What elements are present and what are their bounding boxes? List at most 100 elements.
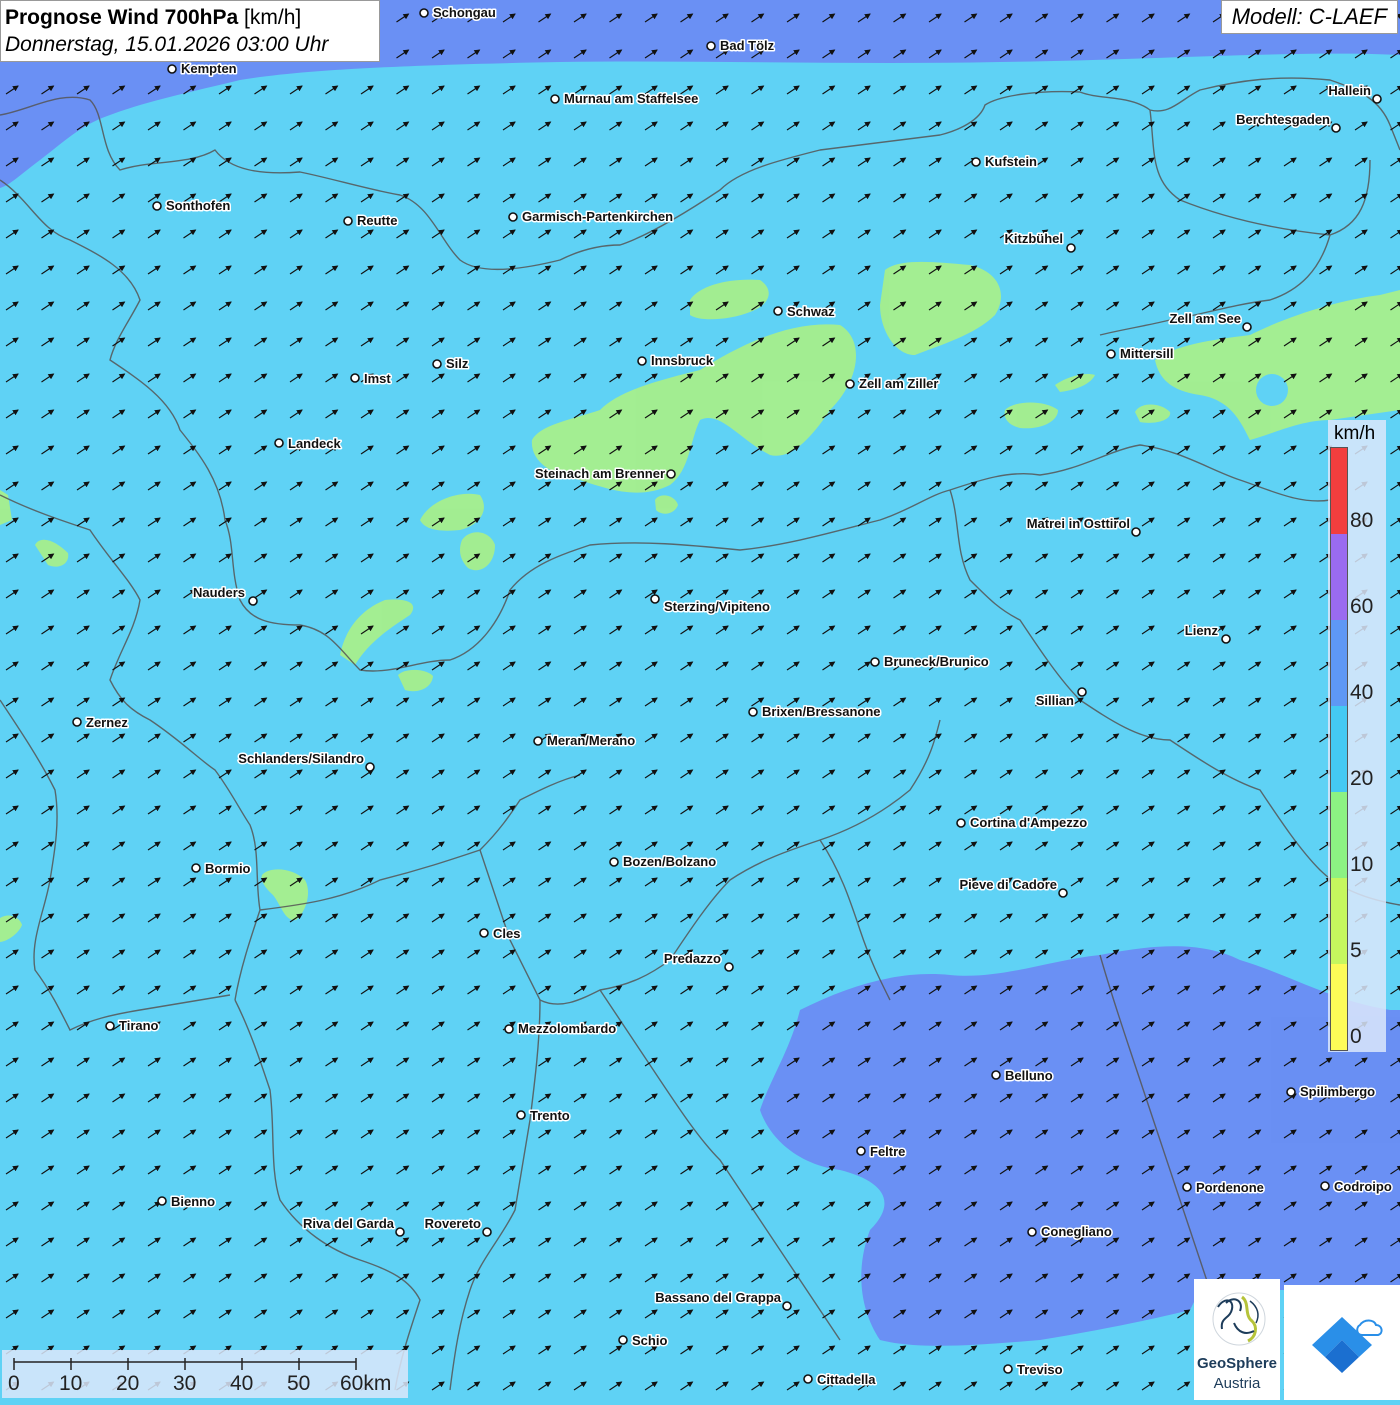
scale-tick-60km: 60km [340,1372,391,1396]
city-marker[interactable]: Brixen/Bressanone [749,704,881,719]
city-marker[interactable]: Zell am Ziller [846,376,938,391]
city-label: Conegliano [1041,1224,1112,1239]
city-dot-icon [1222,635,1230,643]
city-label: Riva del Garda [303,1216,395,1231]
city-label: Meran/Merano [547,733,635,748]
city-dot-icon [366,763,374,771]
city-dot-icon [1321,1182,1329,1190]
city-label: Bormio [205,861,251,876]
scale-tick-0: 0 [8,1372,20,1396]
city-marker[interactable]: Bruneck/Brunico [871,654,989,669]
legend-tick-0: 0 [1350,1026,1362,1048]
city-label: Bozen/Bolzano [623,854,716,869]
legend-tick-10: 10 [1350,854,1373,876]
city-dot-icon [1243,323,1251,331]
city-dot-icon [480,929,488,937]
city-label: Pieve di Cadore [959,877,1057,892]
city-dot-icon [972,158,980,166]
city-label: Predazzo [664,951,721,966]
city-dot-icon [857,1147,865,1155]
city-marker[interactable]: Conegliano [1028,1224,1112,1239]
legend-tick-5: 5 [1350,940,1362,962]
city-label: Mittersill [1120,346,1173,361]
city-label: Rovereto [425,1216,481,1231]
legend-tick-40: 40 [1350,682,1373,704]
city-label: Bruneck/Brunico [884,654,989,669]
city-marker[interactable]: Pordenone [1183,1180,1264,1195]
city-marker[interactable]: Cortina d'Ampezzo [957,815,1087,830]
city-marker[interactable]: Steinach am Brenner [535,466,675,481]
city-label: Kufstein [985,154,1037,169]
legend-tick-60: 60 [1350,596,1373,618]
city-marker[interactable]: Meran/Merano [534,733,635,748]
legend-segment-20-40 [1331,706,1347,792]
city-label: Nauders [193,585,245,600]
scale-tick-50: 50 [287,1372,310,1396]
city-dot-icon [1373,95,1381,103]
city-label: Reutte [357,213,397,228]
city-label: Steinach am Brenner [535,466,665,481]
city-label: Cles [493,926,520,941]
legend-tick-80: 80 [1350,510,1373,532]
city-dot-icon [1332,124,1340,132]
city-marker[interactable]: Murnau am Staffelsee [551,91,698,106]
city-dot-icon [1059,889,1067,897]
legend-segment-5-10 [1331,878,1347,964]
city-dot-icon [992,1071,1000,1079]
city-dot-icon [638,357,646,365]
legend-segment-80-plus [1331,448,1347,534]
city-dot-icon [1028,1228,1036,1236]
city-dot-icon [1183,1183,1191,1191]
map-title: Prognose Wind 700hPa [km/h] [5,4,375,32]
city-dot-icon [505,1025,513,1033]
geosphere-logo-line2: Austria [1194,1375,1280,1392]
city-label: Imst [364,371,391,386]
city-label: Lienz [1185,623,1219,638]
city-dot-icon [1132,528,1140,536]
geosphere-logo[interactable]: GeoSphere Austria [1194,1279,1280,1400]
city-dot-icon [483,1228,491,1236]
city-marker[interactable]: Garmisch-Partenkirchen [509,209,673,224]
city-dot-icon [344,217,352,225]
city-dot-icon [1078,688,1086,696]
city-label: Bienno [171,1194,215,1209]
city-marker[interactable]: Bozen/Bolzano [610,854,716,869]
app-logo[interactable] [1284,1285,1400,1400]
city-dot-icon [420,9,428,17]
city-dot-icon [651,595,659,603]
city-dot-icon [804,1375,812,1383]
scale-tick-20: 20 [116,1372,139,1396]
city-label: Innsbruck [651,353,714,368]
city-label: Matrei in Osttirol [1027,516,1130,531]
city-dot-icon [957,819,965,827]
city-label: Cittadella [817,1372,876,1387]
city-label: Silz [446,356,469,371]
scale-tick-30: 30 [173,1372,196,1396]
city-label: Berchtesgaden [1236,112,1330,127]
city-dot-icon [1067,244,1075,252]
city-label: Zernez [86,715,128,730]
scale-tick-40: 40 [230,1372,253,1396]
city-label: Trento [530,1108,570,1123]
city-dot-icon [73,718,81,726]
city-label: Feltre [870,1144,905,1159]
legend-segment-0-5 [1331,964,1347,1050]
city-label: Murnau am Staffelsee [564,91,698,106]
city-label: Zell am See [1169,311,1241,326]
city-dot-icon [749,708,757,716]
city-label: Tirano [119,1018,159,1033]
city-dot-icon [871,658,879,666]
city-dot-icon [433,360,441,368]
legend-colorbar [1330,447,1348,1051]
city-marker[interactable]: Spilimbergo [1287,1084,1375,1099]
legend-segment-60-80 [1331,534,1347,620]
city-dot-icon [351,374,359,382]
city-dot-icon [1107,350,1115,358]
city-marker[interactable]: Mezzolombardo [505,1021,616,1036]
wind-app-icon [1284,1285,1400,1400]
city-dot-icon [783,1302,791,1310]
city-label: Bassano del Grappa [655,1290,781,1305]
legend-unit: km/h [1334,423,1375,445]
city-dot-icon [517,1111,525,1119]
color-legend: km/h 0 5 10 20 40 60 80 [1328,420,1386,1052]
